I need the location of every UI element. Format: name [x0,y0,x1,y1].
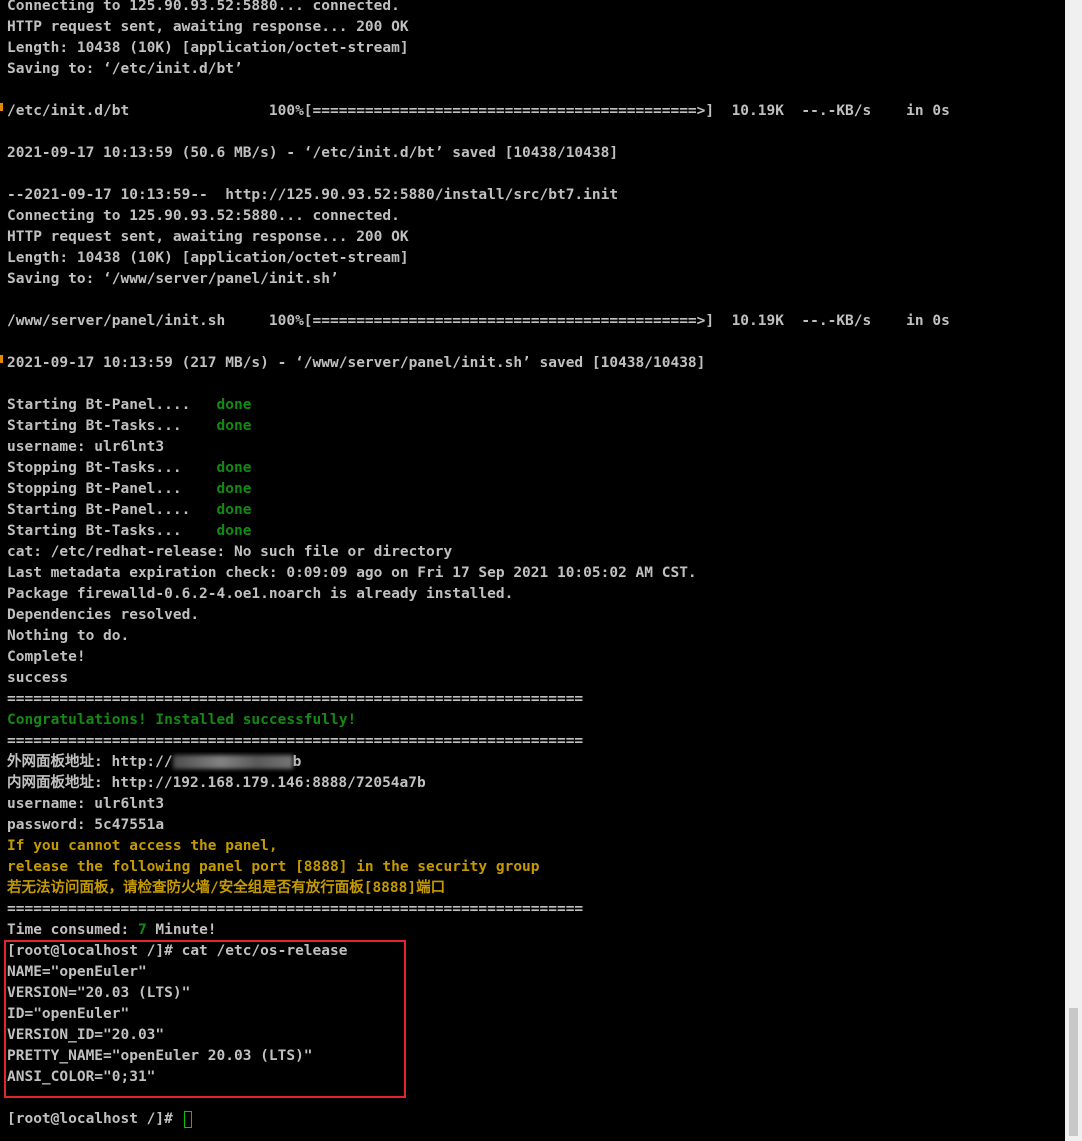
output-line: cat: /etc/redhat-release: No such file o… [7,544,453,560]
status-line: Starting Bt-Panel.... done [7,395,1062,416]
status-label: Starting Bt-Panel.... [7,502,217,518]
separator-line: ========================================… [7,733,584,749]
output-line: 2021-09-17 10:13:59 (50.6 MB/s) - ‘/etc/… [7,145,619,161]
status-line: username: ulr6lnt3 [7,437,1062,458]
status-done: done [216,502,252,518]
output-line: ID="openEuler" [7,1006,130,1022]
separator-line: ========================================… [7,691,584,707]
output-line: Connecting to 125.90.93.52:5880... conne… [7,0,400,14]
scrollbar-thumb[interactable] [1069,1008,1078,1136]
output-line: Saving to: ‘/etc/init.d/bt’ [7,61,243,77]
status-label: Stopping Bt-Panel... [7,481,217,497]
status-line: Stopping Bt-Tasks... done [7,458,1062,479]
output-line: NAME="openEuler" [7,964,147,980]
progress-line: /etc/init.d/bt 100%[====================… [7,103,950,119]
output-line: VERSION_ID="20.03" [7,1027,165,1043]
status-label: Starting Bt-Tasks... [7,523,217,539]
panel-external-suffix: b [292,754,302,770]
status-done: done [216,397,252,413]
terminal-window[interactable]: Connecting to 125.90.93.52:5880... conne… [0,0,1082,1141]
status-done: done [216,523,252,539]
output-line: VERSION="20.03 (LTS)" [7,985,191,1001]
status-done: done [216,481,252,497]
panel-external-prefix: 外网面板地址: http:// [7,754,173,770]
panel-external-address: 外网面板地址: http:// b [7,752,1062,773]
prompt-text: [root@localhost /]# [7,1111,182,1127]
output-line: Package firewalld-0.6.2-4.oe1.noarch is … [7,586,514,602]
output-line: --2021-09-17 10:13:59-- http://125.90.93… [7,187,619,203]
output-line: Nothing to do. [7,628,130,644]
time-value: 7 [137,922,147,938]
output-line: Complete! [7,649,86,665]
status-label: username: ulr6lnt3 [7,439,165,455]
command-line: [root@localhost /]# cat /etc/os-release [7,943,348,959]
panel-internal-address: 内网面板地址: http://192.168.179.146:8888/7205… [7,775,426,791]
status-line: Stopping Bt-Panel... done [7,479,1062,500]
output-line: Last metadata expiration check: 0:09:09 … [7,565,697,581]
warning-line: 若无法访问面板，请检查防火墙/安全组是否有放行面板[8888]端口 [7,880,446,896]
status-line: Starting Bt-Panel.... done [7,500,1062,521]
panel-password: password: 5c47551a [7,817,165,833]
separator-line: ========================================… [7,901,584,917]
output-line: Length: 10438 (10K) [application/octet-s… [7,250,409,266]
shell-prompt[interactable]: [root@localhost /]# [7,1109,1062,1130]
status-label: Starting Bt-Panel.... [7,397,217,413]
status-label: Starting Bt-Tasks... [7,418,217,434]
scroll-marker-icon [0,355,3,363]
output-line: PRETTY_NAME="openEuler 20.03 (LTS)" [7,1048,313,1064]
time-prefix: Time consumed: [7,922,138,938]
progress-line: /www/server/panel/init.sh 100%[=========… [7,313,950,329]
warning-line: If you cannot access the panel, [7,838,278,854]
output-line: success [7,670,69,686]
output-line: Dependencies resolved. [7,607,200,623]
status-line: Starting Bt-Tasks... done [7,416,1062,437]
output-line: HTTP request sent, awaiting response... … [7,229,409,245]
terminal-output: Connecting to 125.90.93.52:5880... conne… [7,0,1062,1130]
time-suffix: Minute! [146,922,217,938]
status-done: done [216,418,252,434]
panel-username: username: ulr6lnt3 [7,796,165,812]
time-consumed: Time consumed: 7 Minute! [7,920,1062,941]
cursor-icon [183,1110,192,1128]
output-line: ANSI_COLOR="0;31" [7,1069,156,1085]
scrollbar-track[interactable] [1065,0,1082,1141]
status-done: done [216,460,252,476]
output-line: Length: 10438 (10K) [application/octet-s… [7,40,409,56]
status-label: Stopping Bt-Tasks... [7,460,217,476]
output-line: 2021-09-17 10:13:59 (217 MB/s) - ‘/www/s… [7,355,706,371]
warning-line: release the following panel port [8888] … [7,859,540,875]
output-line: HTTP request sent, awaiting response... … [7,19,409,35]
status-line: Starting Bt-Tasks... done [7,521,1062,542]
output-line: Saving to: ‘/www/server/panel/init.sh’ [7,271,339,287]
scroll-marker-icon [0,103,3,111]
output-line: Connecting to 125.90.93.52:5880... conne… [7,208,400,224]
congrats-message: Congratulations! Installed successfully! [7,712,357,728]
redacted-address [172,755,293,769]
